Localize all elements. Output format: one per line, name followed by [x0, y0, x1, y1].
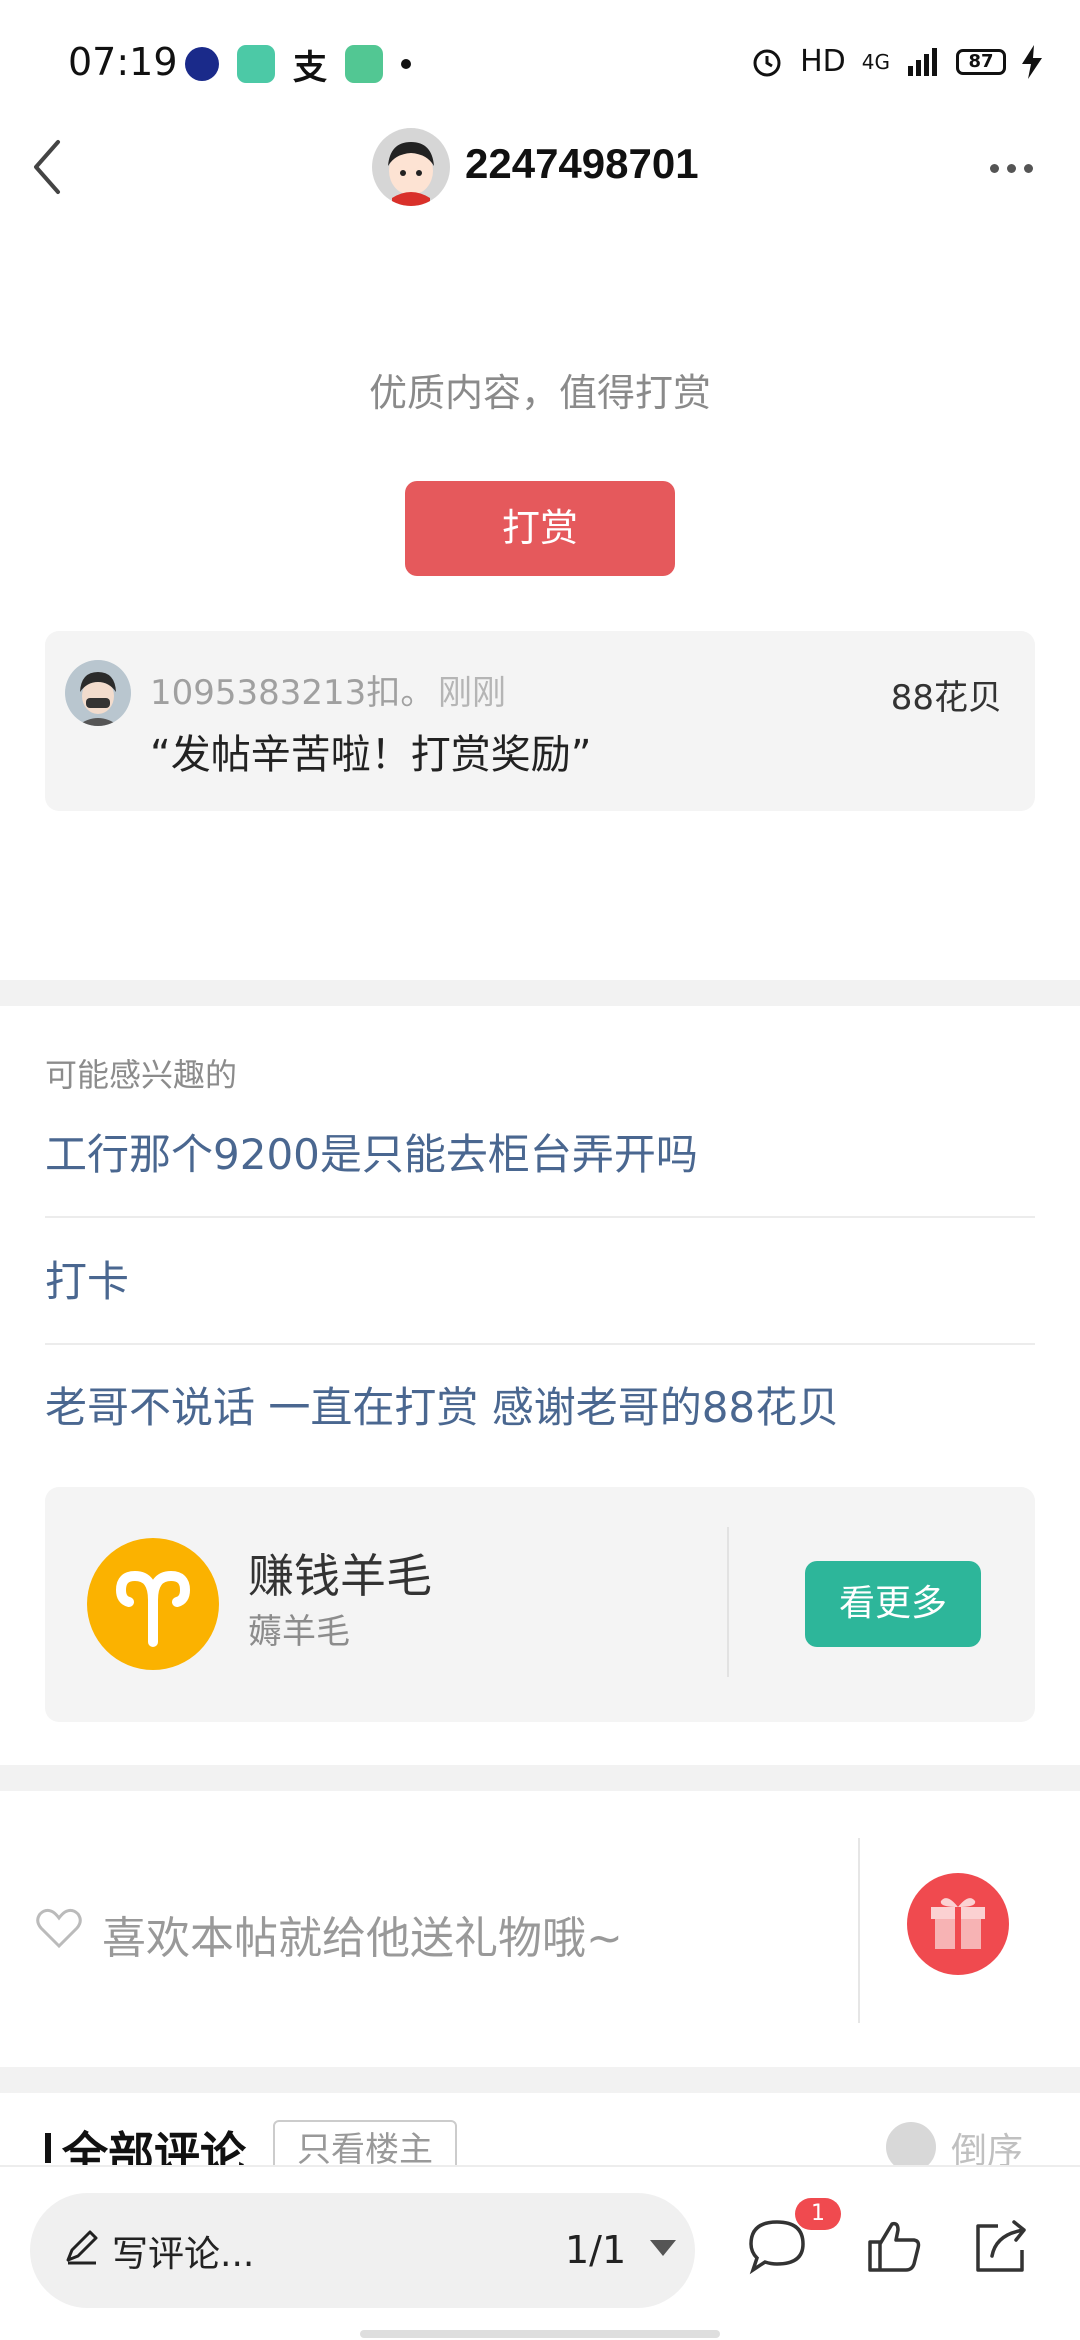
group-name[interactable]: 赚钱羊毛 [248, 1540, 432, 1606]
message-app-icon [345, 45, 383, 83]
page-indicator[interactable]: 1/1 [565, 2228, 626, 2272]
gift-prompt: 喜欢本帖就给他送礼物哦~ [102, 1913, 623, 1964]
charging-icon [1022, 44, 1042, 79]
see-more-button[interactable]: 看更多 [805, 1561, 981, 1647]
interest-item[interactable]: 工行那个9200是只能去柜台弄开吗 [45, 1125, 1035, 1185]
author-name[interactable]: 2247498701 [465, 140, 699, 188]
system-status: HD 4G 87 [750, 44, 1042, 79]
section-divider [0, 980, 1080, 1006]
write-comment-placeholder[interactable]: 写评论... [112, 2225, 254, 2277]
pen-icon [66, 2230, 98, 2265]
tip-time: 刚刚 [438, 673, 506, 713]
section-divider [0, 1765, 1080, 1791]
tip-message: “发帖辛苦啦！打赏奖励” [150, 732, 592, 778]
dot-icon [401, 59, 411, 69]
section-divider [0, 2067, 1080, 2093]
more-dots-icon[interactable] [990, 150, 1050, 186]
share-icon[interactable] [968, 2216, 1032, 2276]
tipper-name[interactable]: 1095383213扣。 [150, 665, 434, 714]
network-label: 4G [861, 49, 890, 74]
status-time: 07:19 [68, 40, 178, 84]
tip-amount: 88花贝 [890, 678, 1002, 718]
like-icon[interactable] [862, 2216, 926, 2276]
comments-marker [45, 2133, 51, 2163]
interest-item[interactable]: 老哥不说话 一直在打赏 感谢老哥的88花贝 [45, 1378, 1035, 1438]
reward-button[interactable]: 打赏 [405, 481, 675, 576]
divider [858, 1838, 860, 2023]
caret-down-icon[interactable] [650, 2240, 676, 2256]
tip-card [45, 631, 1035, 811]
comment-count-badge: 1 [795, 2198, 841, 2230]
interest-item[interactable]: 打卡 [45, 1252, 1035, 1312]
home-indicator[interactable] [360, 2330, 720, 2338]
status-bar: 07:19 支 HD 4G 87 [0, 0, 1080, 130]
heart-icon[interactable] [35, 1906, 83, 1950]
alarm-icon [753, 49, 781, 76]
group-subtitle: 薅羊毛 [248, 1612, 350, 1652]
reward-prompt: 优质内容，值得打赏 [368, 371, 711, 415]
divider [45, 1343, 1035, 1345]
gift-button[interactable] [907, 1873, 1009, 1975]
tipper-avatar[interactable] [65, 660, 131, 726]
back-icon[interactable] [22, 130, 102, 210]
alipay-icon: 支 [293, 47, 327, 88]
gift-icon [931, 1898, 985, 1949]
hd-label: HD [800, 44, 846, 79]
app-notification-icon [185, 47, 219, 81]
divider [727, 1527, 729, 1677]
author-avatar[interactable] [372, 128, 450, 206]
aries-icon[interactable] [87, 1538, 219, 1670]
interests-title: 可能感兴趣的 [45, 1056, 238, 1094]
battery-indicator: 87 [956, 48, 1006, 75]
notification-icons: 支 [185, 44, 411, 88]
camera-app-icon [237, 45, 275, 83]
signal-icon [908, 47, 937, 76]
divider [45, 1216, 1035, 1218]
